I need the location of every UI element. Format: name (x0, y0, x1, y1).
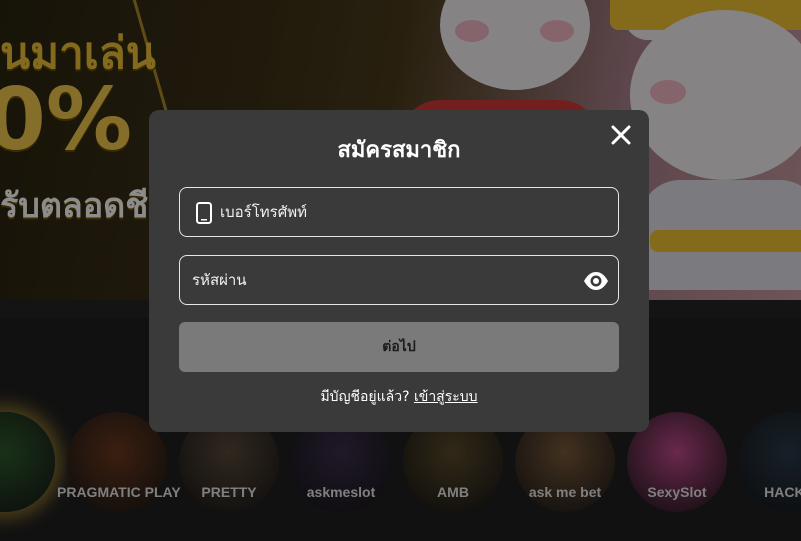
register-modal: สมัครสมาชิก ต่อไป มีบัญชีอยู่แล้ว? (149, 110, 649, 432)
password-input[interactable] (192, 256, 572, 303)
next-button[interactable]: ต่อไป (179, 322, 619, 372)
phone-icon (196, 202, 212, 224)
page: นมาเล่น 0% รับตลอดชี PRAGMATIC PLAY PRETT… (0, 0, 801, 541)
close-icon[interactable] (608, 122, 634, 148)
password-field[interactable] (179, 255, 619, 305)
login-link[interactable]: เข้าสู่ระบบ (414, 389, 478, 405)
have-account-text: มีบัญชีอยู่แล้ว? (320, 389, 410, 405)
close-button[interactable] (608, 122, 634, 148)
phone-field[interactable] (179, 187, 619, 237)
modal-title: สมัครสมาชิก (337, 138, 461, 163)
login-prompt: มีบัญชีอยู่แล้ว? เข้าสู่ระบบ (149, 386, 649, 408)
eye-icon[interactable] (583, 269, 609, 293)
phone-input[interactable] (220, 188, 610, 235)
